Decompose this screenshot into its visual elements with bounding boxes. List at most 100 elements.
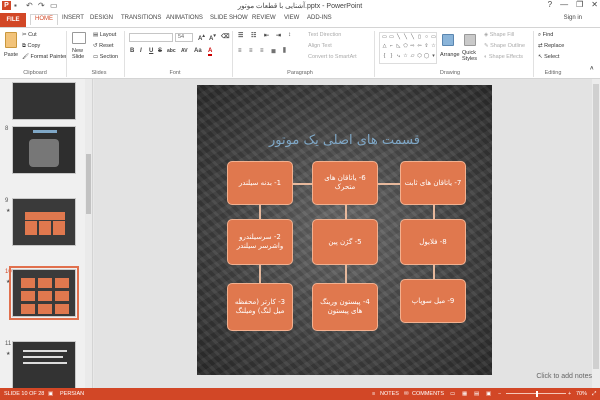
grow-font-icon[interactable]: A▴ [198,33,205,42]
tab-file[interactable]: FILE [0,13,26,27]
columns-icon[interactable]: ⫼ [283,48,286,55]
zoom-level[interactable]: 70% [576,391,587,397]
diagram-box[interactable]: 4- پیستون ورینگ های پیستون [312,283,378,331]
strikethrough-button[interactable]: S [158,48,162,54]
diagram-box[interactable]: 8- فلایول [400,219,466,265]
collapse-ribbon-icon[interactable]: ˄ [590,66,594,72]
diagram-box[interactable]: 6- یاتاقان های متحرک [312,161,378,205]
slide-title[interactable]: قسمت های اصلی یک موتور [197,133,492,148]
tab-animations[interactable]: ANIMATIONS [166,15,203,21]
zoom-in-icon[interactable]: + [568,391,571,397]
sign-in-link[interactable]: Sign in [564,15,582,21]
format-painter-button[interactable]: 🖌 Format Painter [22,54,67,60]
find-button[interactable]: ⌕ Find [538,32,553,39]
reset-button[interactable]: ↺ Reset [93,43,114,49]
align-center-icon[interactable]: ≡ [249,48,253,54]
text-direction-button[interactable]: Text Direction [308,32,341,38]
slide-thumbnail[interactable] [12,341,76,388]
diagram-box[interactable]: 9- میل سوپاپ [400,279,466,323]
reading-view-icon[interactable]: ▤ [474,391,479,397]
diagram-box[interactable]: 1- بدنه سیلندر [227,161,293,205]
line-spacing-icon[interactable]: ↕ [288,32,291,38]
slide-thumbnail[interactable] [12,82,76,120]
zoom-slider-handle[interactable] [536,391,538,397]
tab-review[interactable]: REVIEW [252,15,276,21]
spellcheck-icon[interactable]: ▣ [48,391,53,397]
diagram-box[interactable]: 2- سرسیلندرو واشرسر سیلندر [227,219,293,265]
font-size-box[interactable]: 54 [175,33,193,42]
shape-fill-button[interactable]: ◈ Shape Fill [484,32,514,38]
language-indicator[interactable]: PERSIAN [60,391,84,397]
align-right-icon[interactable]: ≡ [260,48,264,54]
current-slide[interactable]: قسمت های اصلی یک موتور 1- بدنه سیلندر 2-… [197,85,492,375]
slide-sorter-icon[interactable]: ▦ [462,391,467,397]
tab-slide-show[interactable]: SLIDE SHOW [210,15,248,21]
normal-view-icon[interactable]: ▭ [450,391,455,397]
italic-button[interactable]: I [140,48,142,54]
clear-format-icon[interactable]: ⌫ [221,33,229,40]
decrease-indent-icon[interactable]: ⇤ [264,32,269,39]
thumbnail-scrollbar[interactable] [85,79,92,388]
edit-scrollbar[interactable] [592,79,600,388]
new-slide-button[interactable]: New Slide [72,48,92,60]
notes-button[interactable]: NOTES [380,391,399,397]
title-bar: P ▪ ↶ ↷ ▭ آشنایی با قطعات موتور.pptx - P… [0,0,600,13]
diagram-box[interactable]: 3- کارتر (محفظه میل لنگ) ومیلنگ [227,283,293,331]
tab-view[interactable]: VIEW [284,15,299,21]
layout-button[interactable]: ▤ Layout [93,32,116,38]
help-icon[interactable]: ? [548,0,552,9]
font-name-box[interactable] [129,33,173,42]
char-spacing-button[interactable]: AV [181,48,188,54]
tab-transitions[interactable]: TRANSITIONS [121,15,161,21]
tab-home[interactable]: HOME [30,14,58,25]
diagram-box[interactable]: 5- گژن پین [312,219,378,265]
underline-button[interactable]: U [149,48,153,54]
align-text-button[interactable]: Align Text [308,43,332,49]
slideshow-view-icon[interactable]: ▣ [486,391,491,397]
change-case-button[interactable]: Aa [194,48,202,54]
font-color-button[interactable]: A [208,48,213,56]
notes-placeholder[interactable]: Click to add notes [536,373,592,380]
arrange-button[interactable]: Arrange [440,52,460,58]
zoom-out-icon[interactable]: − [498,391,501,397]
numbering-icon[interactable]: ☷ [251,32,256,39]
justify-icon[interactable]: ≣ [271,48,276,55]
fit-slide-icon[interactable]: ⤢ [592,391,596,398]
tab-design[interactable]: DESIGN [90,15,113,21]
shrink-font-icon[interactable]: A▾ [209,33,216,42]
shape-effects-button[interactable]: ◐ Shape Effects [484,54,523,60]
slide-thumbnail[interactable] [12,198,76,246]
paste-icon[interactable] [5,32,17,48]
quick-styles-icon[interactable] [464,34,476,46]
slide-thumbnail[interactable] [9,266,79,320]
bold-button[interactable]: B [130,48,134,54]
paste-button[interactable]: Paste [4,52,18,58]
new-slide-icon[interactable] [72,32,86,44]
copy-button[interactable]: ⧉ Copy [22,43,40,50]
cut-button[interactable]: ✂ Cut [22,32,37,38]
thumb-box [21,291,35,301]
scrollbar-thumb[interactable] [593,84,599,369]
align-left-icon[interactable]: ≡ [238,48,242,54]
bullets-icon[interactable]: ☰ [238,32,243,39]
convert-smartart-button[interactable]: Convert to SmartArt [308,54,357,60]
diagram-box[interactable]: 7- یاتاقان های ثابت [400,161,466,205]
comments-button[interactable]: COMMENTS [412,391,444,397]
slide-thumbnail[interactable] [12,126,76,174]
tab-insert[interactable]: INSERT [62,15,84,21]
shapes-gallery[interactable]: ▭ ▭ ╲ ╲ ╲ ▯ ○ ▭ △ ⌐ ◺ ⬠ ⇨ ⇦ ⇧ ☆ {} ⤷ ☆ ▱ ⬡ ◯ ▾ [379,32,437,64]
arrange-icon[interactable] [442,34,454,46]
select-button[interactable]: ↖ Select [538,54,559,60]
window-title: آشنایی با قطعات موتور.pptx - PowerPoint [237,3,363,10]
increase-indent-icon[interactable]: ⇥ [276,32,281,39]
section-button[interactable]: ▭ Section [93,54,118,60]
tab-add-ins[interactable]: ADD-INS [307,15,332,21]
quick-styles-button[interactable]: Quick Styles [462,50,480,62]
shadow-button[interactable]: abc [167,48,176,54]
close-icon[interactable]: ✕ [591,0,598,9]
replace-button[interactable]: ⇄ Replace [538,43,564,49]
shape-outline-button[interactable]: ✎ Shape Outline [484,43,525,49]
scrollbar-thumb[interactable] [86,154,91,214]
maximize-icon[interactable]: ❐ [576,0,583,9]
minimize-icon[interactable]: — [560,0,568,9]
